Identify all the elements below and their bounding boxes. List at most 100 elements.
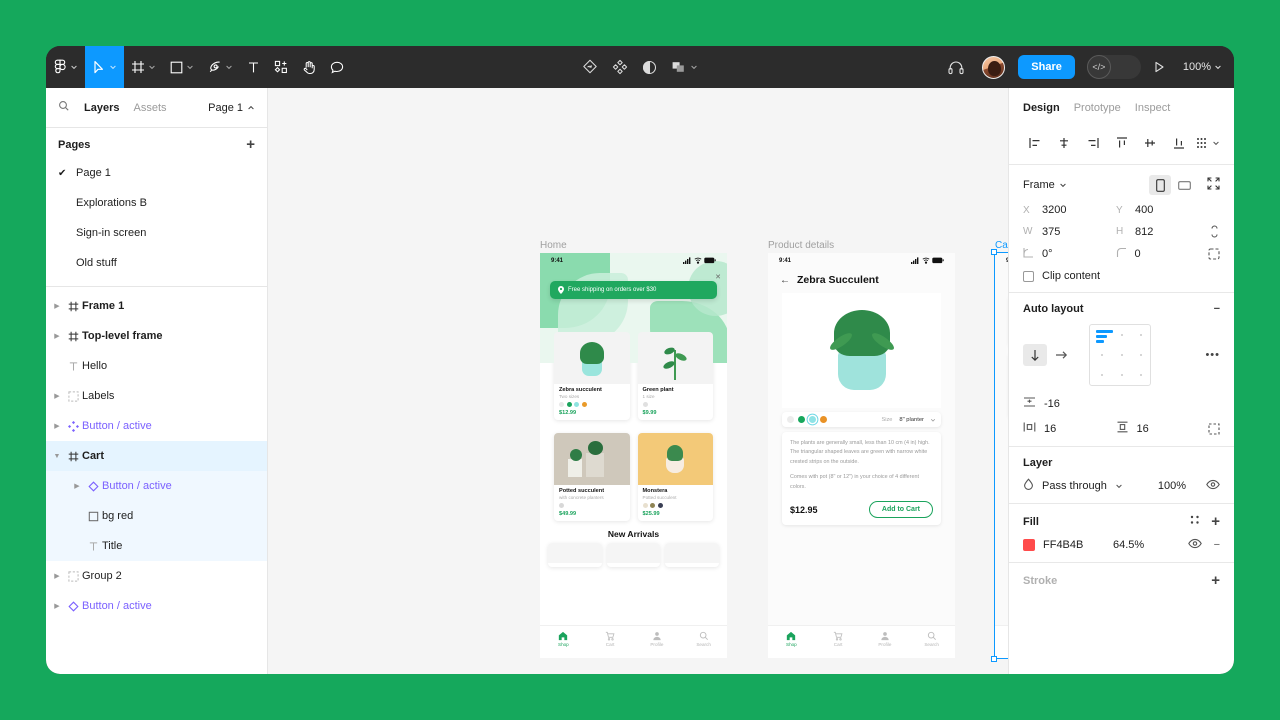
hand-tool-icon[interactable] — [295, 46, 323, 88]
nav-item-search[interactable]: Search — [680, 631, 727, 647]
canvas[interactable]: Home 9:41 Free shipping on orders over $… — [268, 88, 1008, 674]
landscape-icon[interactable] — [1173, 175, 1195, 195]
blend-mode-value[interactable]: Pass through — [1042, 480, 1107, 492]
actions-icon[interactable] — [575, 46, 605, 88]
dev-mode-toggle[interactable]: </> — [1086, 55, 1141, 79]
product-color-dots[interactable] — [638, 500, 714, 508]
new-arrival-card[interactable] — [665, 543, 720, 567]
alignment-cell[interactable] — [1090, 345, 1113, 365]
layer-item-top-level-frame[interactable]: ▶ Top-level frame — [46, 321, 267, 351]
color-swatch-row[interactable]: Size 8" planter — [782, 412, 941, 427]
align-bottom-icon[interactable] — [1165, 132, 1194, 154]
alignment-cell[interactable] — [1090, 365, 1113, 385]
present-icon[interactable] — [1145, 46, 1173, 88]
product-card[interactable]: Zebra succulent Two sizes $12.99 — [554, 332, 630, 420]
nav-item-shop[interactable]: Shop — [540, 631, 587, 647]
new-arrival-card[interactable] — [548, 543, 602, 567]
layer-item-hello[interactable]: Hello — [46, 351, 267, 381]
add-stroke-button[interactable]: + — [1211, 573, 1220, 588]
contrast-icon[interactable] — [635, 46, 664, 88]
fill-hex-value[interactable]: FF4B4B — [1043, 539, 1105, 551]
layer-item-bg-red[interactable]: bg red — [46, 501, 267, 531]
color-swatch-selected[interactable] — [809, 416, 816, 423]
promo-banner[interactable]: Free shipping on orders over $30 — [550, 281, 717, 299]
page-item-old-stuff[interactable]: Old stuff — [46, 248, 267, 278]
color-swatch[interactable] — [787, 416, 794, 423]
corner-radius-field[interactable]: 0 — [1116, 247, 1209, 261]
expand-arrow-icon[interactable]: ▶ — [50, 332, 64, 340]
pen-tool-icon[interactable] — [201, 46, 240, 88]
share-button[interactable]: Share — [1018, 55, 1075, 79]
clip-content-row[interactable]: Clip content — [1023, 270, 1220, 282]
search-icon[interactable] — [58, 100, 70, 115]
alignment-cell[interactable] — [1132, 365, 1151, 385]
nav-item-profile[interactable]: Profile — [634, 631, 681, 647]
height-field[interactable]: H 812 — [1116, 226, 1209, 238]
back-arrow-icon[interactable]: ← — [780, 275, 790, 286]
frame-tool-icon[interactable] — [124, 46, 163, 88]
product-card[interactable]: Monstera Potted succulent $25.99 — [637, 433, 714, 521]
remove-fill-button[interactable]: − — [1214, 539, 1220, 551]
y-field[interactable]: Y 400 — [1116, 204, 1209, 216]
horizontal-padding-field[interactable]: 16 — [1023, 421, 1116, 436]
page-item-explorations-b[interactable]: Explorations B — [46, 188, 267, 218]
independent-corners-icon[interactable] — [1208, 248, 1220, 260]
color-swatch[interactable] — [820, 416, 827, 423]
alignment-cell[interactable] — [1113, 345, 1132, 365]
page-item-page-1[interactable]: ✔ Page 1 — [46, 158, 267, 188]
width-field[interactable]: W 375 — [1023, 226, 1116, 238]
comment-tool-icon[interactable] — [323, 46, 351, 88]
align-left-icon[interactable] — [1021, 132, 1050, 154]
page-selector[interactable]: Page 1 — [208, 102, 255, 114]
expand-arrow-icon[interactable]: ▶ — [50, 392, 64, 400]
layer-item-labels[interactable]: ▶ Labels — [46, 381, 267, 411]
alignment-cell[interactable] — [1113, 325, 1132, 345]
avatar[interactable] — [982, 55, 1006, 79]
direction-vertical-icon[interactable] — [1023, 344, 1047, 366]
layer-opacity-value[interactable]: 100% — [1158, 480, 1186, 492]
fill-visibility-icon[interactable] — [1187, 538, 1202, 552]
tab-design[interactable]: Design — [1023, 102, 1060, 114]
layer-item-cart[interactable]: ▼ Cart — [46, 441, 267, 471]
expand-arrow-icon[interactable]: ▶ — [70, 482, 84, 490]
expand-arrow-icon[interactable]: ▶ — [50, 572, 64, 580]
new-arrival-card[interactable] — [606, 543, 661, 567]
artboard-product-details[interactable]: 9:41 ← Zebra Succulent Size 8" planter T… — [768, 253, 955, 658]
nav-item-profile[interactable]: Profile — [862, 631, 909, 647]
page-item-sign-in-screen[interactable]: Sign-in screen — [46, 218, 267, 248]
add-to-cart-button[interactable]: Add to Cart — [868, 501, 933, 519]
back-arrow-icon[interactable]: ← — [1007, 275, 1008, 286]
visibility-icon[interactable] — [1206, 479, 1220, 493]
align-right-icon[interactable] — [1078, 132, 1107, 154]
align-horizontal-center-icon[interactable] — [1050, 132, 1079, 154]
direction-horizontal-icon[interactable] — [1049, 344, 1073, 366]
alignment-cell[interactable] — [1132, 325, 1151, 345]
resize-to-fit-icon[interactable] — [1207, 177, 1220, 193]
product-color-dots[interactable] — [554, 500, 630, 508]
fill-color-swatch[interactable] — [1023, 539, 1035, 551]
auto-layout-alignment-pad[interactable] — [1089, 324, 1151, 386]
shape-tool-icon[interactable] — [163, 46, 201, 88]
headphones-icon[interactable] — [941, 46, 971, 88]
add-page-button[interactable]: + — [246, 137, 255, 152]
product-color-dots[interactable] — [554, 399, 630, 407]
alignment-cell[interactable] — [1132, 345, 1151, 365]
align-vertical-center-icon[interactable] — [1136, 132, 1165, 154]
tab-inspect[interactable]: Inspect — [1135, 102, 1170, 114]
frame-type-selector[interactable]: Frame — [1023, 179, 1067, 191]
gap-field[interactable]: -16 — [1023, 396, 1116, 411]
zoom-level-selector[interactable]: 100% — [1183, 61, 1222, 73]
layer-item-title[interactable]: Title — [46, 531, 267, 561]
expand-arrow-icon[interactable]: ▶ — [50, 302, 64, 310]
nav-item-cart[interactable]: Cart — [587, 631, 634, 647]
product-card[interactable]: Potted succulent with concrete planters … — [554, 433, 630, 521]
nav-item-cart[interactable]: Cart — [815, 631, 862, 647]
alignment-cell[interactable] — [1113, 365, 1132, 385]
artboard-cart[interactable]: 9:41 ← Shopping cart — [995, 253, 1008, 658]
layer-item-group-2[interactable]: ▶ Group 2 — [46, 561, 267, 591]
nav-item-search[interactable]: Search — [908, 631, 955, 647]
vertical-padding-field[interactable]: 16 — [1116, 421, 1209, 436]
artboard-home[interactable]: 9:41 Free shipping on orders over $30 ✕ … — [540, 253, 727, 658]
expand-arrow-icon[interactable]: ▶ — [50, 422, 64, 430]
layer-item-button-active[interactable]: ▶ Button / active — [46, 411, 267, 441]
